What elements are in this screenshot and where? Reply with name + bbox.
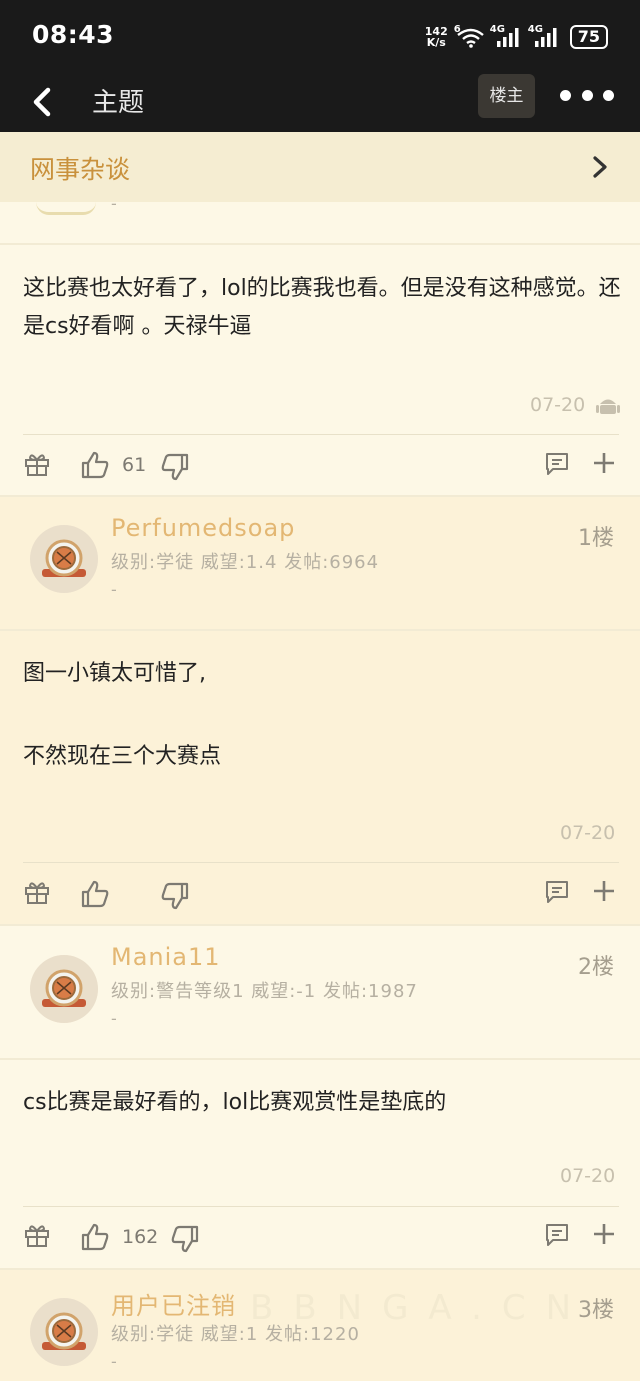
chevron-right-icon (593, 156, 607, 178)
avatar[interactable] (30, 525, 98, 593)
plus-icon[interactable] (592, 879, 616, 903)
comment-icon[interactable] (544, 451, 570, 477)
chevron-left-icon (33, 87, 51, 117)
network-speed: 142 K/s (424, 25, 448, 49)
more-button[interactable] (560, 84, 614, 106)
op-only-button[interactable]: 楼主 (478, 74, 535, 118)
floor-number: 3楼 (578, 1298, 614, 1323)
like-count: 61 (122, 454, 147, 476)
signal-icon-sim2: 4G (528, 24, 560, 48)
status-bar: 08:43 142 K/s 6 4G 4G 75 (0, 0, 640, 72)
more-dots-icon (560, 89, 571, 101)
page-title: 主题 (92, 88, 145, 118)
user-signature: - (111, 580, 117, 599)
username[interactable]: Perfumedsoap (111, 514, 295, 542)
thumbs-down-icon[interactable] (160, 881, 190, 911)
main-post-signature: - (111, 194, 117, 213)
thumbs-down-icon[interactable] (160, 452, 190, 482)
reply-date: 07-20 (560, 822, 616, 844)
like-count: 162 (122, 1226, 159, 1248)
comment-icon[interactable] (544, 879, 570, 905)
reply-text-line: cs比赛是最好看的，lol比赛观赏性是垫底的 (23, 1090, 447, 1115)
floor-number: 1楼 (578, 526, 614, 551)
user-info: 级别:学徒 威望:1 发帖:1220 (111, 1324, 360, 1345)
android-icon (596, 399, 620, 414)
reply-date: 07-20 (560, 1165, 616, 1187)
user-signature: - (111, 1352, 117, 1371)
plus-icon[interactable] (592, 451, 616, 475)
username[interactable]: 用户已注销 (111, 1286, 236, 1321)
gift-icon[interactable] (24, 879, 50, 905)
thumbs-up-icon[interactable] (80, 1222, 110, 1252)
back-button[interactable] (24, 80, 64, 124)
reply-text-line: 不然现在三个大赛点 (23, 744, 222, 769)
status-icons: 142 K/s 6 4G 4G 75 (425, 22, 608, 52)
user-info: 级别:学徒 威望:1.4 发帖:6964 (111, 552, 380, 573)
thumbs-up-icon[interactable] (80, 879, 110, 909)
wifi-icon: 6 (454, 24, 484, 48)
board-link[interactable]: 网事杂谈 (0, 132, 640, 203)
thumbs-up-icon[interactable] (80, 450, 110, 480)
floor-number: 2楼 (578, 955, 614, 980)
avatar[interactable] (30, 955, 98, 1023)
gift-icon[interactable] (24, 451, 50, 477)
signal-icon-sim1: 4G (490, 24, 522, 48)
title-bar: 主题 楼主 (0, 72, 640, 132)
gift-icon[interactable] (24, 1222, 50, 1248)
status-time: 08:43 (32, 20, 115, 49)
avatar[interactable] (30, 1298, 98, 1366)
reply-text-line: 图一小镇太可惜了, (23, 661, 206, 686)
board-name: 网事杂谈 (30, 155, 131, 184)
main-post-date: 07-20 (530, 394, 586, 416)
user-info: 级别:警告等级1 威望:-1 发帖:1987 (111, 981, 418, 1002)
battery-icon: 75 (569, 25, 608, 49)
plus-icon[interactable] (592, 1222, 616, 1246)
thumbs-down-icon[interactable] (170, 1224, 200, 1254)
username[interactable]: Mania11 (111, 943, 221, 971)
main-post-text: 这比赛也太好看了，lol的比赛我也看。但是没有这种感觉。还是cs好看啊 。天禄牛… (23, 276, 621, 339)
avatar-partial (36, 202, 96, 215)
user-signature: - (111, 1009, 117, 1028)
comment-icon[interactable] (544, 1222, 570, 1248)
